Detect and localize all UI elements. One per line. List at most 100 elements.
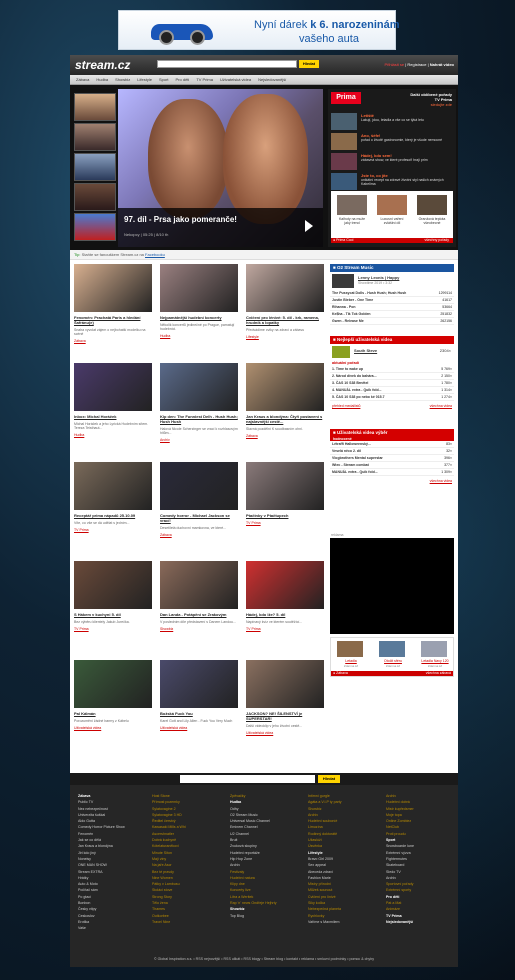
video-title[interactable]: Receptář prima nápadů 25.10.09 bbox=[74, 513, 152, 518]
nav-item[interactable]: Zábava bbox=[76, 77, 89, 82]
nav-item[interactable]: Uživatelská videa bbox=[220, 77, 251, 82]
play-icon[interactable] bbox=[305, 220, 313, 232]
video-title[interactable]: JACKSON? NE! ŠILENSTVÍ je SUPERSTAR! bbox=[246, 711, 324, 721]
all-user-videos-link[interactable]: všechna videa bbox=[330, 476, 454, 486]
banner-ad[interactable]: Nyní dárek k 6. narozeninám vašeho auta bbox=[118, 10, 400, 50]
ent-label[interactable]: Otočit sféru bbox=[376, 659, 410, 663]
video-category-link[interactable]: Showbiz bbox=[160, 627, 238, 631]
video-card[interactable]: Božská Fuck You Karel Gott and Lily Allen… bbox=[160, 660, 238, 730]
nav-item[interactable]: Pro děti bbox=[176, 77, 190, 82]
video-thumbnail[interactable] bbox=[246, 462, 324, 510]
video-category-link[interactable]: TV Prima bbox=[246, 521, 324, 525]
video-thumbnail[interactable] bbox=[246, 561, 324, 609]
login-link[interactable]: Přihlásit se bbox=[385, 62, 405, 67]
video-card[interactable]: Jan Kraus a blondýna: Čtyři postavení s … bbox=[246, 363, 324, 438]
video-card[interactable]: Ptačinky v Ptačtupech TV Prima bbox=[246, 462, 324, 525]
medalists-link[interactable]: přehled medailistů bbox=[332, 404, 360, 408]
footer-link[interactable]: Travel Nine bbox=[152, 919, 212, 925]
search-button[interactable]: Hledat bbox=[299, 60, 319, 68]
video-thumbnail[interactable] bbox=[160, 660, 238, 708]
ranking-row[interactable]: Vlogbrothers Mental superstar 396× bbox=[330, 455, 454, 462]
video-card[interactable]: S Hákem v kuchyni 5. díl Bez výběru klien… bbox=[74, 561, 152, 631]
video-title[interactable]: Božská Fuck You bbox=[160, 711, 238, 716]
nav-item[interactable]: Showbiz bbox=[115, 77, 130, 82]
prima-item[interactable]: Letiště Lakují, jdou, letadla a vše co se… bbox=[331, 113, 453, 133]
video-category-link[interactable]: Archiv bbox=[160, 438, 238, 442]
video-card[interactable]: Hádej, kdo lže? 5. díl Napínavý kvíz ve k… bbox=[246, 561, 324, 631]
footer-link[interactable]: Top Blog bbox=[230, 913, 290, 919]
video-category-link[interactable]: Zábava bbox=[74, 339, 152, 343]
register-link[interactable]: Registrace bbox=[407, 62, 426, 67]
video-title[interactable]: Pal Kálmán bbox=[74, 711, 152, 716]
video-card[interactable]: Pal Kálmán Porozumění žádné barmy z Kábel… bbox=[74, 660, 152, 730]
video-title[interactable]: Hádej, kdo lže? 5. díl bbox=[246, 612, 324, 617]
all-videos-link[interactable]: všechna videa bbox=[430, 404, 452, 408]
prima-show-thumb[interactable] bbox=[377, 195, 407, 215]
prima-item[interactable]: Ano, šéfe! pořad o životě gastronomie, kt… bbox=[331, 133, 453, 153]
video-category-link[interactable]: Hudba bbox=[160, 334, 238, 338]
ranking-row[interactable]: 5. ČAS 10 S38 po nebo ké 015.7 1 274× bbox=[330, 394, 454, 401]
video-title[interactable]: Inbox: Michal Horáček bbox=[74, 414, 152, 419]
video-category-link[interactable]: TV Prima bbox=[246, 627, 324, 631]
ranking-row[interactable]: 4. MANUÁL extra - Quik fold... 1 314× bbox=[330, 387, 454, 394]
video-thumbnail[interactable] bbox=[246, 660, 324, 708]
ranking-row[interactable]: The Pussycat Dolls - Hush Hush; Hush Hus… bbox=[330, 290, 454, 297]
search-input[interactable] bbox=[157, 60, 297, 68]
ad-placeholder[interactable] bbox=[330, 538, 454, 634]
video-card[interactable]: Receptář prima nápadů 25.10.09 Víte, co v… bbox=[74, 462, 152, 532]
ent-label[interactable]: Letadla Navy 120 bbox=[416, 659, 454, 663]
video-category-link[interactable]: Uživatelská videa bbox=[74, 726, 152, 730]
ranking-row[interactable]: Gwen - Release Me 262156 bbox=[330, 318, 454, 325]
hero-thumb[interactable] bbox=[74, 153, 116, 181]
ranking-row[interactable]: 3. ČAS 10 S38 Brnětel 1 780× bbox=[330, 380, 454, 387]
nav-item[interactable]: Sport bbox=[159, 77, 169, 82]
prima-bar-left[interactable]: ● Prima Cool bbox=[333, 238, 353, 242]
video-category-link[interactable]: Lifestyle bbox=[246, 335, 324, 339]
video-thumbnail[interactable] bbox=[74, 561, 152, 609]
hero-thumb[interactable] bbox=[74, 93, 116, 121]
hero-thumb[interactable] bbox=[74, 123, 116, 151]
video-thumbnail[interactable] bbox=[246, 264, 324, 312]
ranking-row[interactable]: 2. Národ dívek do bahára... 2 150× bbox=[330, 373, 454, 380]
video-thumbnail[interactable] bbox=[74, 363, 152, 411]
footer-link[interactable]: Nejsledovanější bbox=[386, 919, 446, 925]
footer-link[interactable]: Vaše bbox=[78, 925, 138, 931]
prima-item[interactable]: Jste to, co jíte unikátní recept na zdrav… bbox=[331, 173, 453, 193]
video-thumbnail[interactable] bbox=[160, 264, 238, 312]
ranking-row[interactable]: Ke$ha - Tik Tok Golden 251832 bbox=[330, 311, 454, 318]
popular-featured[interactable]: South Steve 2304× bbox=[330, 344, 454, 360]
facebook-link[interactable]: Facebooku bbox=[145, 252, 165, 257]
video-thumbnail[interactable] bbox=[160, 462, 238, 510]
ranking-row[interactable]: 1. Time to wake up 5 769× bbox=[330, 366, 454, 373]
all-prima-shows-link[interactable]: všechny pořady bbox=[424, 238, 449, 243]
nav-item[interactable]: Nejsledovanější bbox=[258, 77, 286, 82]
ranking-row[interactable]: MANUÁL extra - Quik fold... 1 309× bbox=[330, 469, 454, 476]
footer-search-input[interactable] bbox=[180, 775, 315, 783]
video-category-link[interactable]: Zábava bbox=[160, 533, 238, 537]
video-category-link[interactable]: TV Prima bbox=[74, 528, 152, 532]
video-category-link[interactable]: Uživatelská videa bbox=[246, 731, 324, 735]
video-category-link[interactable]: TV Prima bbox=[74, 627, 152, 631]
video-title[interactable]: Cvičení pro lénivé: 5. díl - krk, ramena… bbox=[246, 315, 324, 325]
nav-item[interactable]: Hudba bbox=[96, 77, 108, 82]
ent-bar-left[interactable]: ● Zábava bbox=[333, 671, 348, 675]
video-title[interactable]: Ptačinky v Ptačtupech bbox=[246, 513, 324, 518]
video-title[interactable]: Comedy horror - Michael Jackson se vrací… bbox=[160, 513, 238, 523]
prima-item[interactable]: Hádej, kdo sem! zábavná show, ve které pr… bbox=[331, 153, 453, 173]
music-top[interactable]: Lenny Leonis | Happy Showtime 2019 • 3:3… bbox=[330, 272, 454, 290]
footer-search-button[interactable]: Hledat bbox=[318, 775, 340, 783]
nav-item[interactable]: TV Prima bbox=[196, 77, 213, 82]
ent-thumb[interactable] bbox=[421, 641, 447, 657]
video-thumbnail[interactable] bbox=[160, 561, 238, 609]
ent-thumb[interactable] bbox=[379, 641, 405, 657]
video-card[interactable]: Comedy horror - Michael Jackson se vrací… bbox=[160, 462, 238, 537]
video-category-link[interactable]: Uživatelská videa bbox=[160, 726, 238, 730]
hero-thumb[interactable] bbox=[74, 183, 116, 211]
ranking-row[interactable]: Justin Bieber - One Time 41617 bbox=[330, 297, 454, 304]
video-thumbnail[interactable] bbox=[246, 363, 324, 411]
video-title[interactable]: Fenomén: Prachatá Paris a hledání Šafrán… bbox=[74, 315, 152, 325]
hero-caption[interactable]: 97. díl - Prsa jako pomeranče! Nekopcy |… bbox=[118, 208, 323, 247]
video-thumbnail[interactable] bbox=[74, 264, 152, 312]
ranking-row[interactable]: Veselá něco 2. díl 32× bbox=[330, 448, 454, 455]
prima-show-thumb[interactable] bbox=[417, 195, 447, 215]
